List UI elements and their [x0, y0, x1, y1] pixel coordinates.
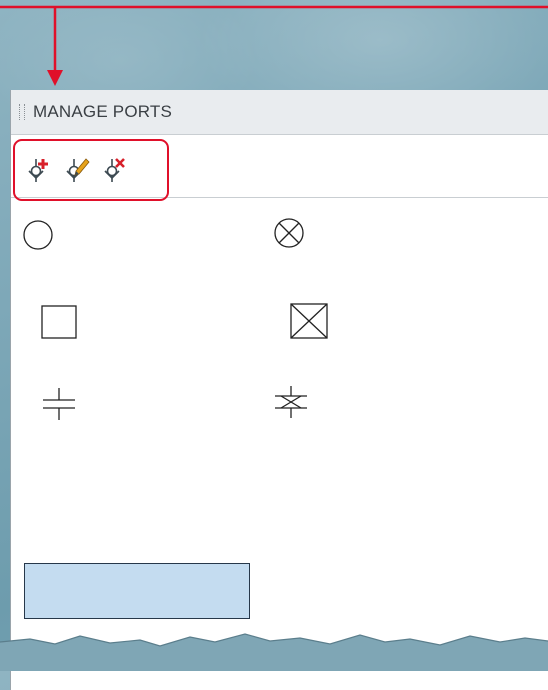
annotation-arrow: [0, 5, 548, 86]
square-icon: [41, 305, 77, 339]
edit-port-button[interactable]: [61, 155, 91, 185]
square-x-icon: [290, 303, 328, 339]
circle-cross-port-symbol[interactable]: [272, 216, 306, 250]
parallel-lines-x-icon: [275, 386, 307, 418]
selection-rectangle[interactable]: [24, 563, 250, 619]
toolbar-highlight: [13, 139, 169, 201]
panel-header: MANAGE PORTS: [11, 90, 548, 135]
delete-port-button[interactable]: [99, 155, 129, 185]
panel-title: MANAGE PORTS: [33, 102, 173, 121]
line-cross-port-symbol[interactable]: [273, 384, 309, 420]
square-port-symbol[interactable]: [41, 305, 77, 339]
torn-edge-decoration: [0, 633, 548, 671]
port-delete-icon: [104, 158, 125, 182]
circle-port-symbol[interactable]: [21, 218, 55, 252]
manage-ports-panel: MANAGE PORTS: [10, 90, 548, 690]
parallel-lines-icon: [43, 388, 75, 420]
port-add-icon: [28, 159, 48, 182]
port-symbol-gallery: [11, 198, 548, 678]
port-edit-icon: [66, 158, 90, 182]
circle-icon: [23, 220, 53, 250]
add-port-button[interactable]: [23, 155, 53, 185]
line-port-symbol[interactable]: [41, 386, 77, 422]
square-cross-port-symbol[interactable]: [290, 303, 328, 339]
circle-x-icon: [274, 218, 304, 248]
port-toolbar: [11, 135, 548, 201]
drag-grip-icon[interactable]: [19, 104, 25, 120]
